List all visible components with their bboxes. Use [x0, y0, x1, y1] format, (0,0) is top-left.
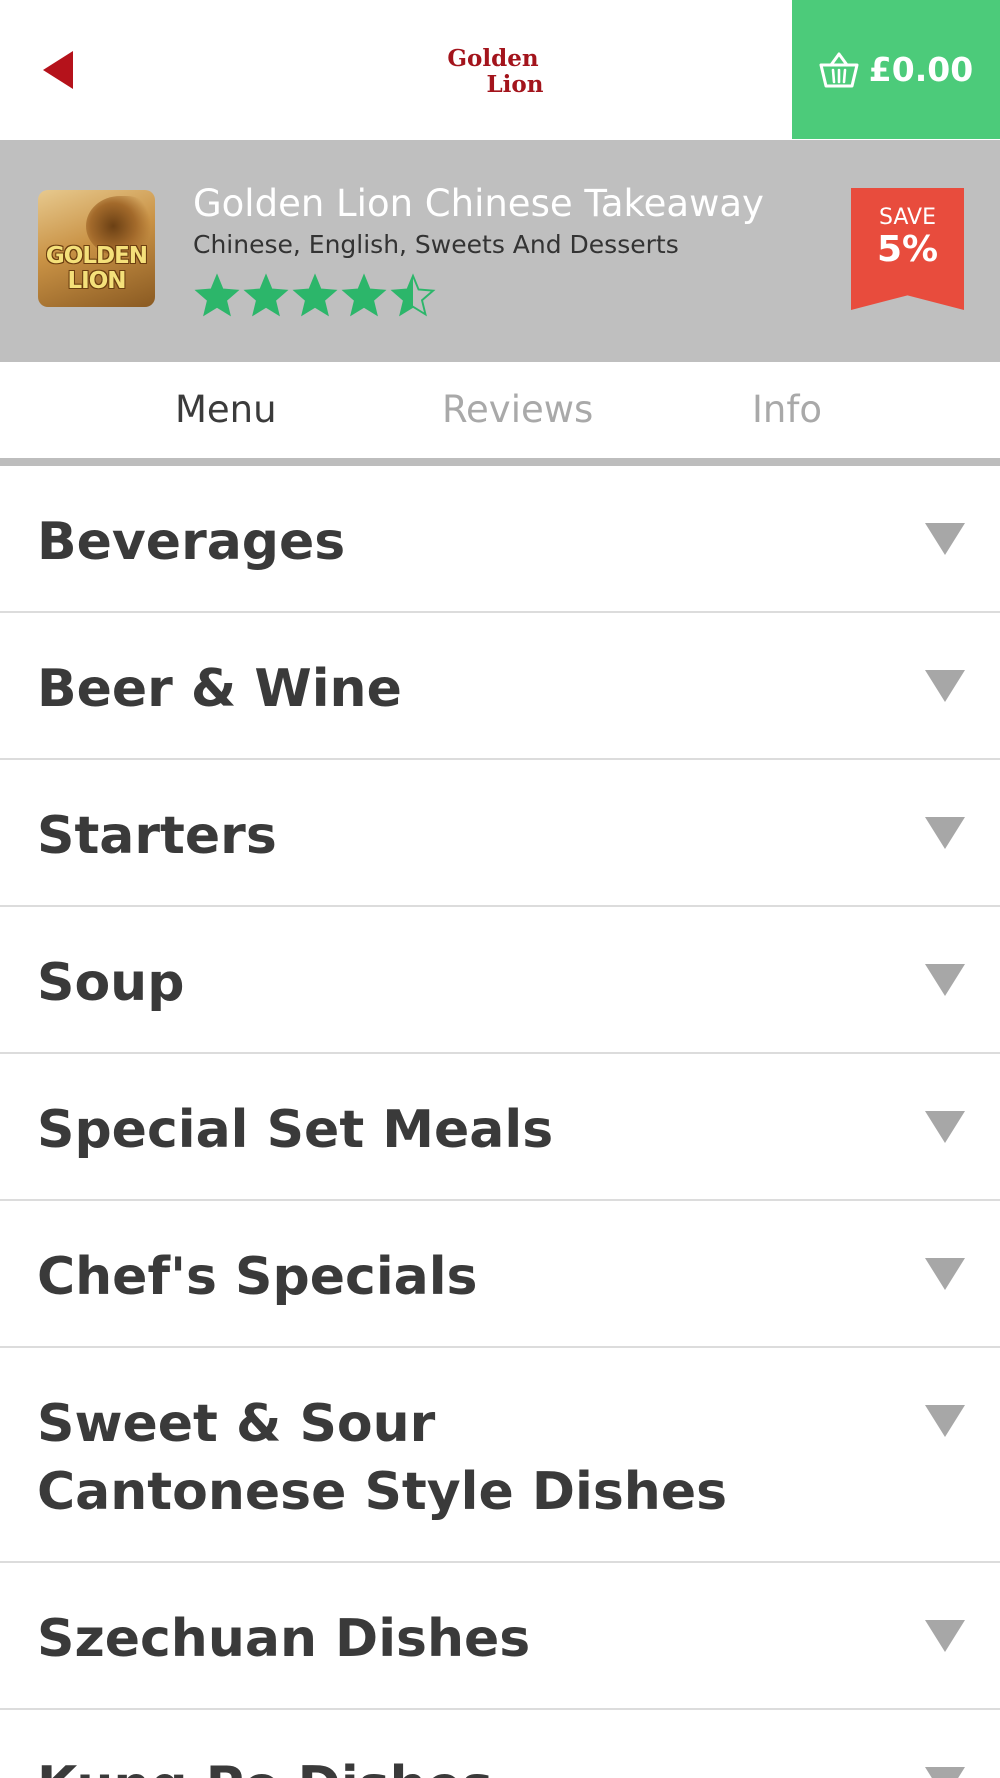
star-rating [194, 273, 439, 319]
category-row-special-set-meals[interactable]: Special Set Meals [0, 1054, 1000, 1201]
tab-reviews[interactable]: Reviews [442, 388, 593, 431]
category-label: Szechuan Dishes [37, 1609, 531, 1669]
expand-arrow-icon [925, 1405, 965, 1437]
star-full-icon [341, 273, 387, 317]
tab-divider [0, 458, 1000, 466]
save-badge[interactable]: SAVE 5% [851, 188, 964, 310]
basket-button[interactable]: £0.00 [792, 0, 1000, 139]
tab-bar: Menu Reviews Info [0, 362, 1000, 462]
tab-menu[interactable]: Menu [175, 388, 277, 431]
category-row-soup[interactable]: Soup [0, 907, 1000, 1054]
expand-arrow-icon [925, 670, 965, 702]
logo-line-1: Golden [447, 45, 539, 72]
restaurant-name: Golden Lion Chinese Takeaway [193, 182, 764, 225]
tab-info[interactable]: Info [752, 388, 822, 431]
thumbnail-text-2: LION [67, 268, 126, 294]
category-label: Sweet & Sour Cantonese Style Dishes [37, 1394, 728, 1522]
top-bar: Golden Lion £0.00 [0, 0, 1000, 140]
cuisine-list: Chinese, English, Sweets And Desserts [193, 230, 679, 259]
star-full-icon [194, 273, 240, 317]
expand-arrow-icon [925, 964, 965, 996]
category-row-kung-po[interactable]: Kung Po Dishes [0, 1710, 1000, 1778]
expand-arrow-icon [925, 523, 965, 555]
logo-line-2: Lion [486, 71, 544, 98]
expand-arrow-icon [925, 817, 965, 849]
menu-category-list: Beverages Beer & Wine Starters Soup Spec… [0, 466, 1000, 1778]
save-value: 5% [876, 229, 939, 270]
save-label: SAVE [879, 205, 936, 230]
expand-arrow-icon [925, 1258, 965, 1290]
expand-arrow-icon [925, 1111, 965, 1143]
star-half-icon [390, 273, 436, 317]
category-label: Special Set Meals [37, 1100, 554, 1160]
category-label: Chef's Specials [37, 1247, 478, 1307]
category-row-sweet-sour[interactable]: Sweet & Sour Cantonese Style Dishes [0, 1348, 1000, 1563]
category-label: Starters [37, 806, 277, 866]
expand-arrow-icon [925, 1767, 965, 1778]
category-label: Beer & Wine [37, 659, 402, 719]
back-arrow-icon [43, 51, 73, 89]
star-full-icon [292, 273, 338, 317]
category-row-beer-wine[interactable]: Beer & Wine [0, 613, 1000, 760]
basket-total: £0.00 [868, 50, 974, 89]
back-button[interactable] [28, 40, 88, 100]
category-label: Kung Po Dishes [37, 1752, 757, 1778]
restaurant-logo: Golden Lion [440, 46, 560, 102]
restaurant-thumbnail: GOLDEN LION [38, 190, 155, 307]
category-row-starters[interactable]: Starters [0, 760, 1000, 907]
category-label: Beverages [37, 512, 346, 572]
thumbnail-text-1: GOLDEN [45, 243, 148, 269]
basket-icon [819, 52, 859, 87]
restaurant-header: GOLDEN LION Golden Lion Chinese Takeaway… [0, 140, 1000, 362]
category-row-beverages[interactable]: Beverages [0, 466, 1000, 613]
category-row-szechuan[interactable]: Szechuan Dishes [0, 1563, 1000, 1710]
star-full-icon [243, 273, 289, 317]
expand-arrow-icon [925, 1620, 965, 1652]
category-label: Soup [37, 953, 185, 1013]
category-row-chefs-specials[interactable]: Chef's Specials [0, 1201, 1000, 1348]
